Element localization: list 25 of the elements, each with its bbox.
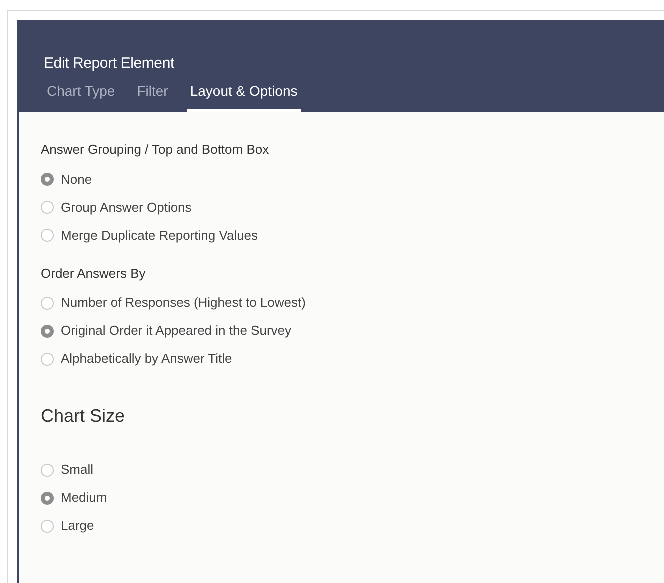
- option-label: Original Order it Appeared in the Survey: [61, 322, 292, 340]
- radio-button[interactable]: [41, 201, 54, 214]
- option-label: Small: [61, 461, 94, 480]
- option-label: Merge Duplicate Reporting Values: [61, 226, 258, 245]
- radio-button[interactable]: [41, 464, 54, 476]
- radio-button[interactable]: [41, 520, 54, 532]
- radio-button[interactable]: [41, 492, 54, 504]
- section-heading: Answer Grouping / Top and Bottom Box: [41, 141, 270, 159]
- section-heading: Order Answers By: [41, 264, 147, 283]
- tab[interactable]: Filter: [134, 81, 172, 112]
- radio-button[interactable]: [41, 352, 54, 366]
- option-label: Medium: [61, 489, 108, 508]
- option-label: Number of Responses (Highest to Lowest): [61, 294, 306, 312]
- tab[interactable]: Chart Type: [44, 81, 118, 112]
- option-label: Group Answer Options: [61, 198, 192, 217]
- option-label: Alphabetically by Answer Title: [61, 350, 232, 368]
- radio-button[interactable]: [41, 229, 54, 242]
- dialog-title: Edit Report Element: [44, 54, 176, 74]
- option-label: Large: [61, 517, 94, 536]
- option-label: None: [61, 170, 92, 189]
- section-heading: Chart Size: [41, 405, 126, 428]
- radio-button[interactable]: [41, 296, 54, 310]
- radio-button[interactable]: [41, 324, 54, 338]
- radio-button[interactable]: [41, 173, 54, 186]
- tab[interactable]: Layout & Options: [187, 81, 301, 112]
